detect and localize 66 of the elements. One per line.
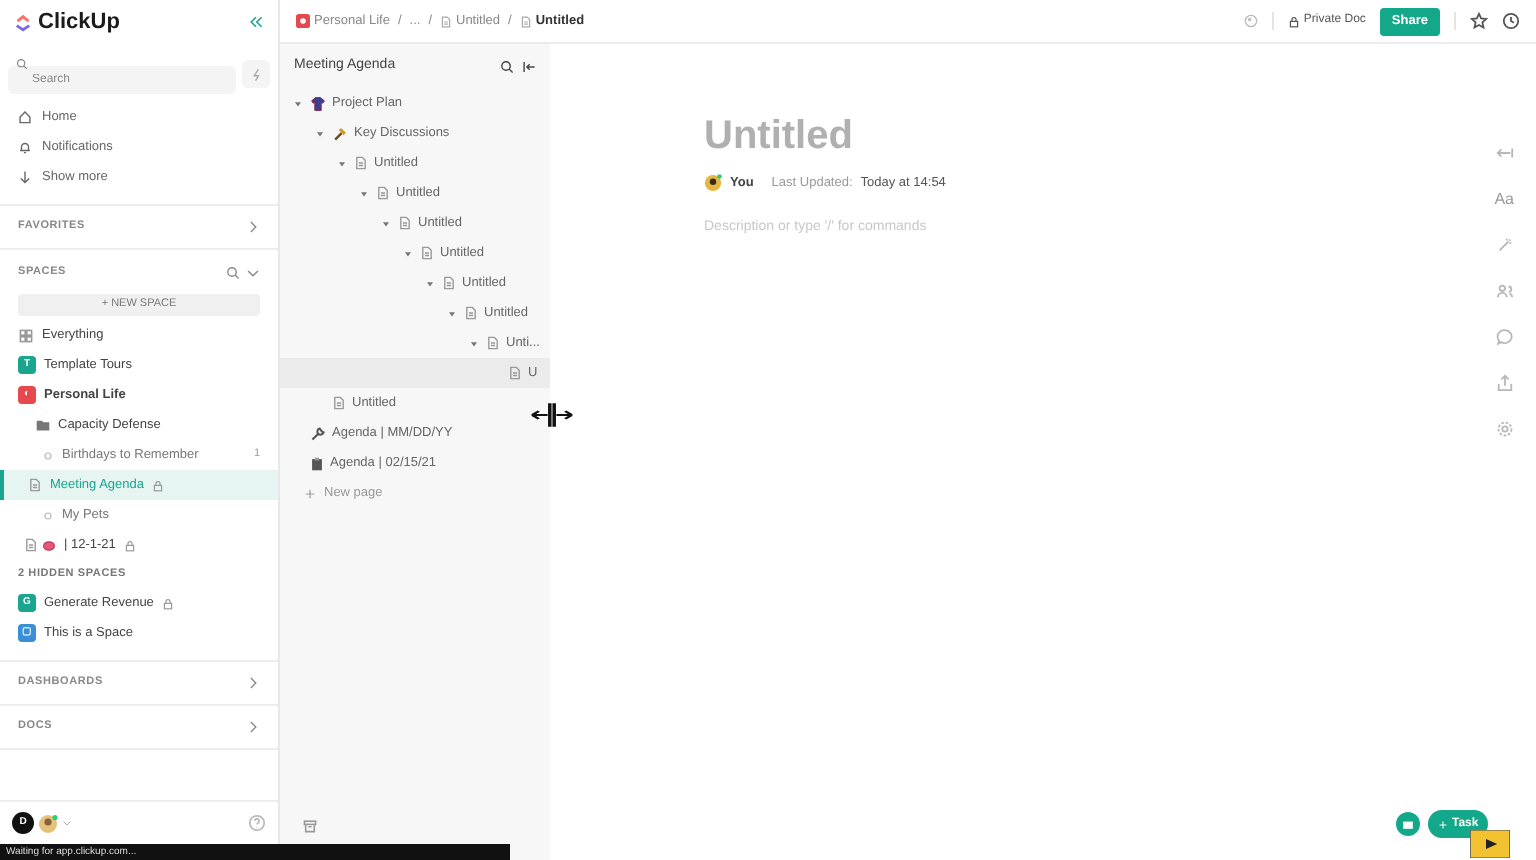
caret-down-icon[interactable] <box>314 127 326 139</box>
caret-down-icon[interactable] <box>358 187 370 199</box>
people-icon[interactable] <box>1495 282 1514 300</box>
lock-icon <box>1287 15 1300 27</box>
document-icon <box>486 336 500 350</box>
document-icon <box>508 366 522 380</box>
circle-icon <box>42 449 54 461</box>
caret-down-icon[interactable] <box>292 97 304 109</box>
document-icon <box>398 216 412 230</box>
document-icon <box>464 306 478 320</box>
clipboard-icon <box>310 455 324 471</box>
arrow-left-bar-icon[interactable] <box>1495 144 1514 162</box>
document-icon <box>28 478 42 492</box>
collapse-panel-icon[interactable] <box>522 59 536 73</box>
history-icon[interactable] <box>1502 12 1520 30</box>
document-icon <box>440 15 452 27</box>
caret-down-icon[interactable] <box>380 217 392 229</box>
chevron-down-icon[interactable] <box>62 818 72 828</box>
home-icon <box>18 110 32 124</box>
chevron-down-icon[interactable] <box>246 265 260 279</box>
settings-icon[interactable] <box>1495 420 1514 438</box>
document-icon <box>519 15 532 27</box>
caret-down-icon[interactable] <box>336 157 348 169</box>
author-avatar-icon <box>704 174 722 193</box>
chevron-right-icon[interactable] <box>246 220 260 234</box>
lightning-button[interactable] <box>242 60 270 88</box>
arrow-down-icon <box>18 170 32 184</box>
caret-down-icon[interactable] <box>468 337 480 349</box>
space-avatar-icon <box>296 14 310 28</box>
wrench-icon <box>310 425 326 441</box>
logo-text: ClickUp <box>38 7 120 38</box>
help-icon[interactable] <box>248 814 266 832</box>
folder-icon <box>36 418 50 432</box>
bell-icon <box>18 140 32 154</box>
tool-icon <box>332 125 348 141</box>
document-icon <box>420 246 434 260</box>
doc-title: Untitled <box>704 116 853 156</box>
resize-cursor-icon <box>530 402 574 428</box>
caret-down-icon[interactable] <box>446 307 458 319</box>
comment-icon[interactable] <box>1495 328 1514 346</box>
font-style-button[interactable]: Aa <box>1494 190 1514 208</box>
person-avatar-icon <box>38 813 58 833</box>
wand-icon[interactable] <box>1495 236 1514 254</box>
document-icon <box>376 186 390 200</box>
chevron-right-icon[interactable] <box>246 676 260 690</box>
star-icon[interactable] <box>1470 12 1488 30</box>
shirt-icon <box>310 95 326 111</box>
grid-icon <box>18 327 34 343</box>
box-icon[interactable] <box>302 818 318 834</box>
lightning-icon <box>249 67 263 81</box>
search-icon[interactable] <box>500 59 514 73</box>
document-icon <box>24 538 38 552</box>
document-icon <box>332 396 346 410</box>
share-icon[interactable] <box>1495 374 1514 392</box>
logo-icon <box>14 12 32 32</box>
document-icon <box>442 276 456 290</box>
video-thumbnail-icon <box>1470 830 1510 858</box>
plus-icon <box>1438 819 1448 829</box>
caret-down-icon[interactable] <box>402 247 414 259</box>
circle-icon <box>42 509 54 521</box>
plus-icon <box>304 487 316 499</box>
caret-down-icon[interactable] <box>424 277 436 289</box>
chevron-right-icon[interactable] <box>246 720 260 734</box>
search-icon <box>16 58 28 70</box>
document-icon <box>354 156 368 170</box>
collapse-icon[interactable] <box>248 14 264 30</box>
